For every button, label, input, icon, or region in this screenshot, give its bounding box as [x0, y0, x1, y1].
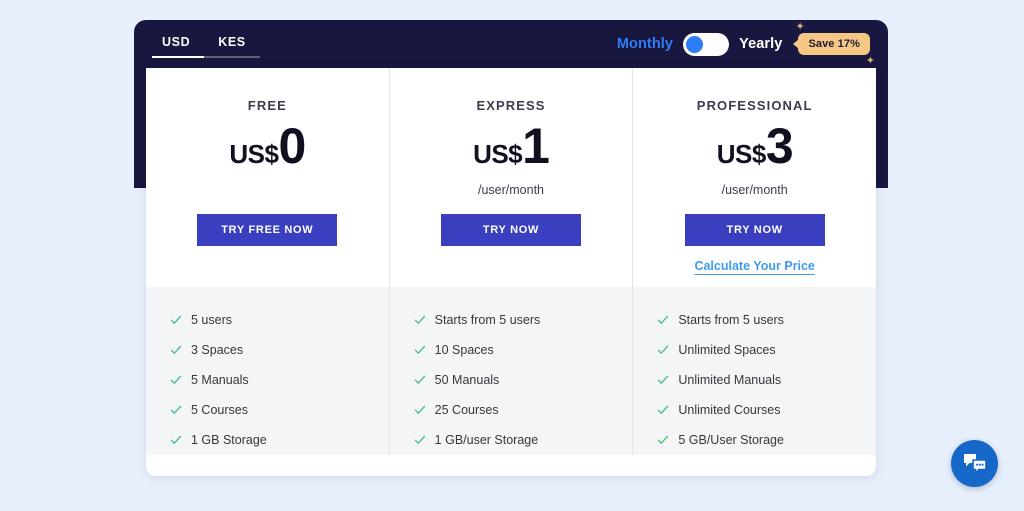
feature-label: 1 GB/user Storage	[434, 433, 539, 447]
plan-price-express: US$ 1	[473, 118, 550, 174]
feature-label: Unlimited Courses	[678, 403, 781, 417]
feature-label: 1 GB Storage	[191, 433, 267, 447]
check-icon	[658, 375, 669, 384]
plan-column-professional: PROFESSIONAL US$ 3 /user/month TRY NOW C…	[632, 68, 876, 476]
feature-label: 5 GB/User Storage	[678, 433, 784, 447]
check-icon	[414, 375, 425, 384]
plan-features-professional: Starts from 5 users Unlimited Spaces Unl…	[633, 287, 876, 476]
plan-amount-express: 1	[522, 118, 550, 174]
feature-label: 25 Courses	[434, 403, 499, 417]
feature-row: 5 Manuals	[170, 373, 389, 387]
check-icon	[414, 345, 425, 354]
plan-name-express: EXPRESS	[476, 98, 546, 113]
sparkle-icon-top: ✦	[795, 21, 805, 33]
plan-features-express: Starts from 5 users 10 Spaces 50 Manuals…	[389, 287, 633, 476]
feature-row: Starts from 5 users	[414, 313, 633, 327]
currency-tab-usd[interactable]: USD	[152, 34, 205, 58]
feature-row: 10 Spaces	[414, 343, 633, 357]
check-icon	[170, 315, 182, 324]
check-icon	[658, 345, 669, 354]
feature-row: Unlimited Courses	[657, 403, 876, 417]
save-badge: Save 17%	[798, 33, 870, 55]
feature-row: Unlimited Spaces	[657, 343, 876, 357]
currency-tabs: USD KES	[152, 31, 260, 58]
billing-period-toggle[interactable]	[683, 32, 730, 56]
feature-row: 5 users	[170, 313, 389, 327]
check-icon	[170, 435, 182, 444]
plan-currency-express: US$	[473, 139, 523, 169]
feature-label: Starts from 5 users	[678, 313, 784, 327]
feature-row: 5 GB/User Storage	[657, 433, 876, 447]
plan-price-professional: US$ 3	[716, 118, 794, 174]
check-icon	[658, 315, 669, 324]
currency-tab-usd-label: USD	[162, 34, 191, 49]
check-icon	[170, 375, 182, 384]
sparkle-icon-bottom: ✦	[865, 55, 875, 67]
feature-label: Unlimited Manuals	[678, 373, 782, 387]
billing-label-yearly[interactable]: Yearly	[739, 36, 782, 52]
plan-amount-free: 0	[278, 118, 306, 174]
plan-amount-professional: 3	[765, 118, 794, 174]
currency-tab-kes-label: KES	[218, 34, 246, 49]
chat-bubbles-icon	[963, 453, 987, 474]
feature-row: Unlimited Manuals	[657, 373, 876, 387]
plan-column-free: FREE US$ 0 TRY FREE NOW 5 users 3 Spaces	[146, 68, 389, 476]
feature-label: 5 Courses	[191, 403, 248, 417]
plan-currency-professional: US$	[716, 139, 767, 169]
feature-row: 25 Courses	[414, 403, 633, 417]
plan-period-professional: /user/month	[721, 183, 788, 197]
plan-name-professional: PROFESSIONAL	[696, 98, 813, 113]
billing-label-monthly[interactable]: Monthly	[617, 36, 673, 52]
feature-label: Starts from 5 users	[434, 313, 541, 327]
plan-cta-free[interactable]: TRY FREE NOW	[197, 214, 338, 246]
feature-row: 50 Manuals	[414, 373, 633, 387]
plan-cta-express[interactable]: TRY NOW	[441, 214, 581, 246]
toggle-knob	[686, 35, 704, 53]
check-icon	[414, 405, 425, 414]
calculate-your-price-link[interactable]: Calculate Your Price	[694, 259, 814, 273]
plan-header-free: FREE US$ 0 TRY FREE NOW	[146, 68, 389, 287]
currency-tab-kes[interactable]: KES	[204, 35, 260, 58]
plan-features-free: 5 users 3 Spaces 5 Manuals 5 Courses 1 G…	[146, 287, 389, 476]
plan-header-professional: PROFESSIONAL US$ 3 /user/month TRY NOW C…	[633, 68, 876, 287]
billing-period-toggle-group: Monthly Yearly ✦ Save 17% ✦	[617, 22, 875, 67]
feature-row: Starts from 5 users	[657, 313, 876, 327]
chat-widget-button[interactable]	[951, 440, 998, 487]
plan-header-express: EXPRESS US$ 1 /user/month TRY NOW	[389, 68, 633, 287]
check-icon	[414, 315, 425, 324]
feature-label: 10 Spaces	[434, 343, 494, 357]
pricing-card: FREE US$ 0 TRY FREE NOW 5 users 3 Spaces	[146, 68, 876, 476]
feature-row: 1 GB/user Storage	[414, 433, 633, 447]
feature-label: 50 Manuals	[434, 373, 500, 387]
plan-currency-free: US$	[229, 139, 279, 169]
check-icon	[658, 435, 669, 444]
check-icon	[170, 345, 182, 354]
feature-label: 5 Manuals	[191, 373, 249, 387]
pricing-header: USD KES Monthly Yearly ✦ Save 17% ✦	[134, 20, 888, 68]
currency-tab-kes-underline	[204, 55, 260, 58]
plan-column-express: EXPRESS US$ 1 /user/month TRY NOW Starts…	[388, 68, 633, 476]
plan-name-free: FREE	[247, 98, 287, 113]
feature-row: 3 Spaces	[170, 343, 389, 357]
feature-row: 1 GB Storage	[170, 433, 389, 447]
pricing-page: USD KES Monthly Yearly ✦ Save 17% ✦ FREE…	[0, 0, 1024, 511]
feature-label: 3 Spaces	[191, 343, 244, 357]
check-icon	[170, 405, 182, 414]
check-icon	[414, 435, 425, 444]
plan-cta-professional[interactable]: TRY NOW	[684, 214, 825, 246]
plan-price-free: US$ 0	[229, 118, 306, 174]
feature-label: Unlimited Spaces	[678, 343, 776, 357]
card-footer-strip	[146, 455, 876, 476]
plan-period-express: /user/month	[478, 183, 545, 197]
check-icon	[658, 405, 669, 414]
currency-tab-usd-underline	[152, 55, 205, 58]
feature-row: 5 Courses	[170, 403, 389, 417]
feature-label: 5 users	[191, 313, 232, 327]
save-badge-wrap: ✦ Save 17% ✦	[795, 22, 875, 67]
